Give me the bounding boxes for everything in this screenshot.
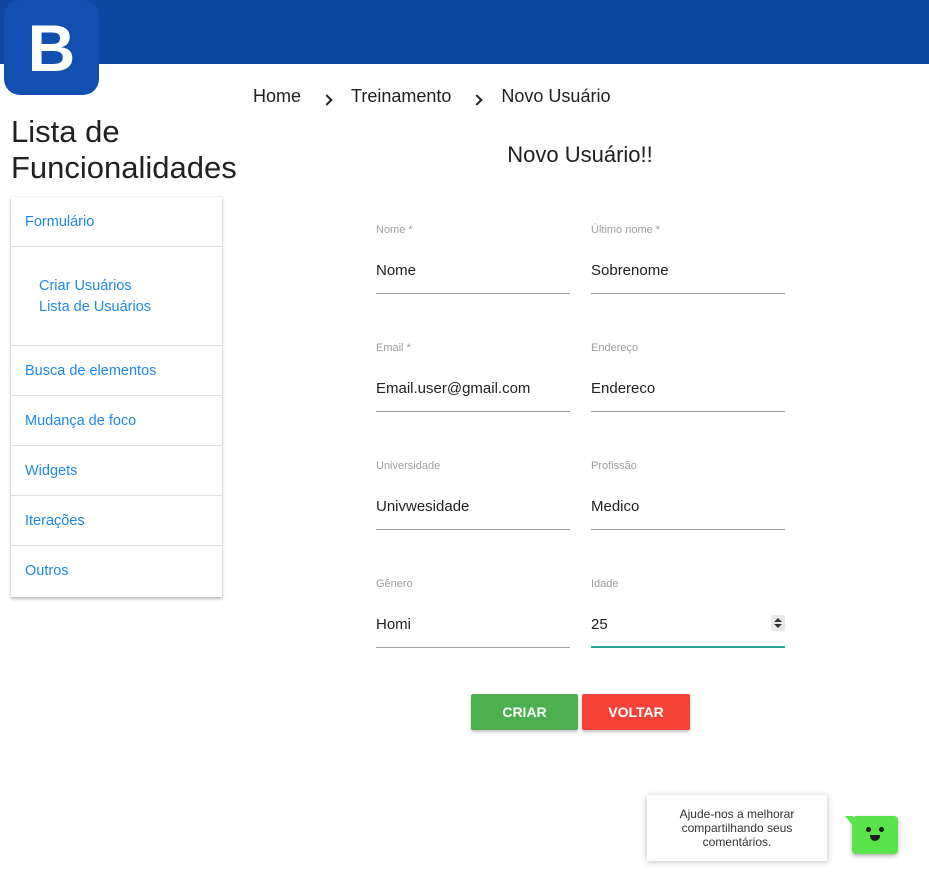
sidebar-subitem-criar-usuarios[interactable]: Criar Usuários: [39, 276, 222, 297]
breadcrumb-home[interactable]: Home: [253, 86, 301, 107]
chevron-right-icon: [471, 93, 484, 106]
address-label: Endereço: [591, 342, 639, 354]
email-field[interactable]: Email * Email.user@gmail.com: [376, 342, 570, 412]
chevron-right-icon: [321, 93, 333, 106]
first-name-label: Nome *: [376, 224, 413, 236]
feedback-bot-icon[interactable]: [845, 816, 898, 854]
feedback-text-line1: Ajude-nos a melhorar: [679, 807, 795, 821]
sidebar-item-foco[interactable]: Mudança de foco: [11, 396, 222, 446]
feedback-text-line3: comentários.: [702, 835, 772, 849]
breadcrumb-current: Novo Usuário: [501, 86, 611, 106]
profession-label: Profissão: [591, 460, 637, 472]
input-underline: [591, 529, 785, 530]
sidebar-submenu: Criar Usuários Lista de Usuários: [11, 247, 222, 346]
bot-mouth-icon: [870, 835, 880, 841]
sidebar-title: Lista de Funcionalidades: [11, 114, 237, 186]
first-name-field[interactable]: Nome * Nome: [376, 224, 570, 294]
email-label: Email *: [376, 342, 411, 354]
email-input[interactable]: Email.user@gmail.com: [376, 380, 530, 397]
sidebar-item-outros[interactable]: Outros: [11, 546, 222, 596]
last-name-label: Último nome *: [591, 224, 661, 236]
last-name-field[interactable]: Último nome * Sobrenome: [591, 224, 785, 294]
sidebar-subitem-lista-usuarios[interactable]: Lista de Usuários: [39, 297, 222, 318]
page-title: Novo Usuário!!: [507, 142, 653, 167]
input-underline: [376, 411, 570, 412]
sidebar-title-line1: Lista de: [11, 114, 120, 149]
bot-eye-icon: [879, 827, 884, 832]
input-underline-active: [591, 646, 785, 648]
feedback-tooltip: Ajude-nos a melhorar compartilhando seus…: [647, 795, 827, 861]
create-button[interactable]: CRIAR: [471, 694, 578, 730]
input-underline: [376, 529, 570, 530]
last-name-input[interactable]: Sobrenome: [591, 262, 669, 279]
sidebar-menu: Formulário Criar Usuários Lista de Usuár…: [11, 197, 222, 597]
university-field[interactable]: Universidade Univwesidade: [376, 460, 570, 530]
sidebar-item-widgets[interactable]: Widgets: [11, 446, 222, 496]
bot-eye-icon: [866, 827, 871, 832]
age-label: Idade: [591, 578, 619, 590]
age-field[interactable]: Idade 25: [591, 578, 785, 648]
logo-letter: B: [27, 10, 76, 85]
sidebar-item-formulario[interactable]: Formulário: [11, 197, 222, 247]
profession-input[interactable]: Medico: [591, 498, 639, 515]
breadcrumb-treinamento[interactable]: Treinamento: [351, 86, 451, 107]
sidebar-title-line2: Funcionalidades: [11, 150, 237, 185]
top-bar: [0, 0, 929, 64]
university-label: Universidade: [376, 460, 441, 472]
university-input[interactable]: Univwesidade: [376, 498, 469, 515]
gender-label: Gênero: [376, 578, 413, 590]
input-underline: [591, 293, 785, 294]
profession-field[interactable]: Profissão Medico: [591, 460, 785, 530]
sidebar-item-iteracoes[interactable]: Iterações: [11, 496, 222, 546]
breadcrumb: Home Treinamento Novo Usuário: [253, 86, 610, 107]
address-field[interactable]: Endereço Endereco: [591, 342, 785, 412]
gender-input[interactable]: Homi: [376, 616, 411, 633]
input-underline: [591, 411, 785, 412]
input-underline: [376, 293, 570, 294]
first-name-input[interactable]: Nome: [376, 262, 416, 279]
back-button[interactable]: VOLTAR: [582, 694, 690, 730]
logo[interactable]: B: [4, 0, 99, 95]
address-input[interactable]: Endereco: [591, 380, 655, 397]
input-underline: [376, 647, 570, 648]
gender-field[interactable]: Gênero Homi: [376, 578, 570, 648]
feedback-text-line2: compartilhando seus: [681, 821, 793, 835]
sidebar-item-busca[interactable]: Busca de elementos: [11, 346, 222, 396]
age-input[interactable]: 25: [591, 616, 608, 633]
number-stepper-icon[interactable]: [771, 615, 785, 631]
